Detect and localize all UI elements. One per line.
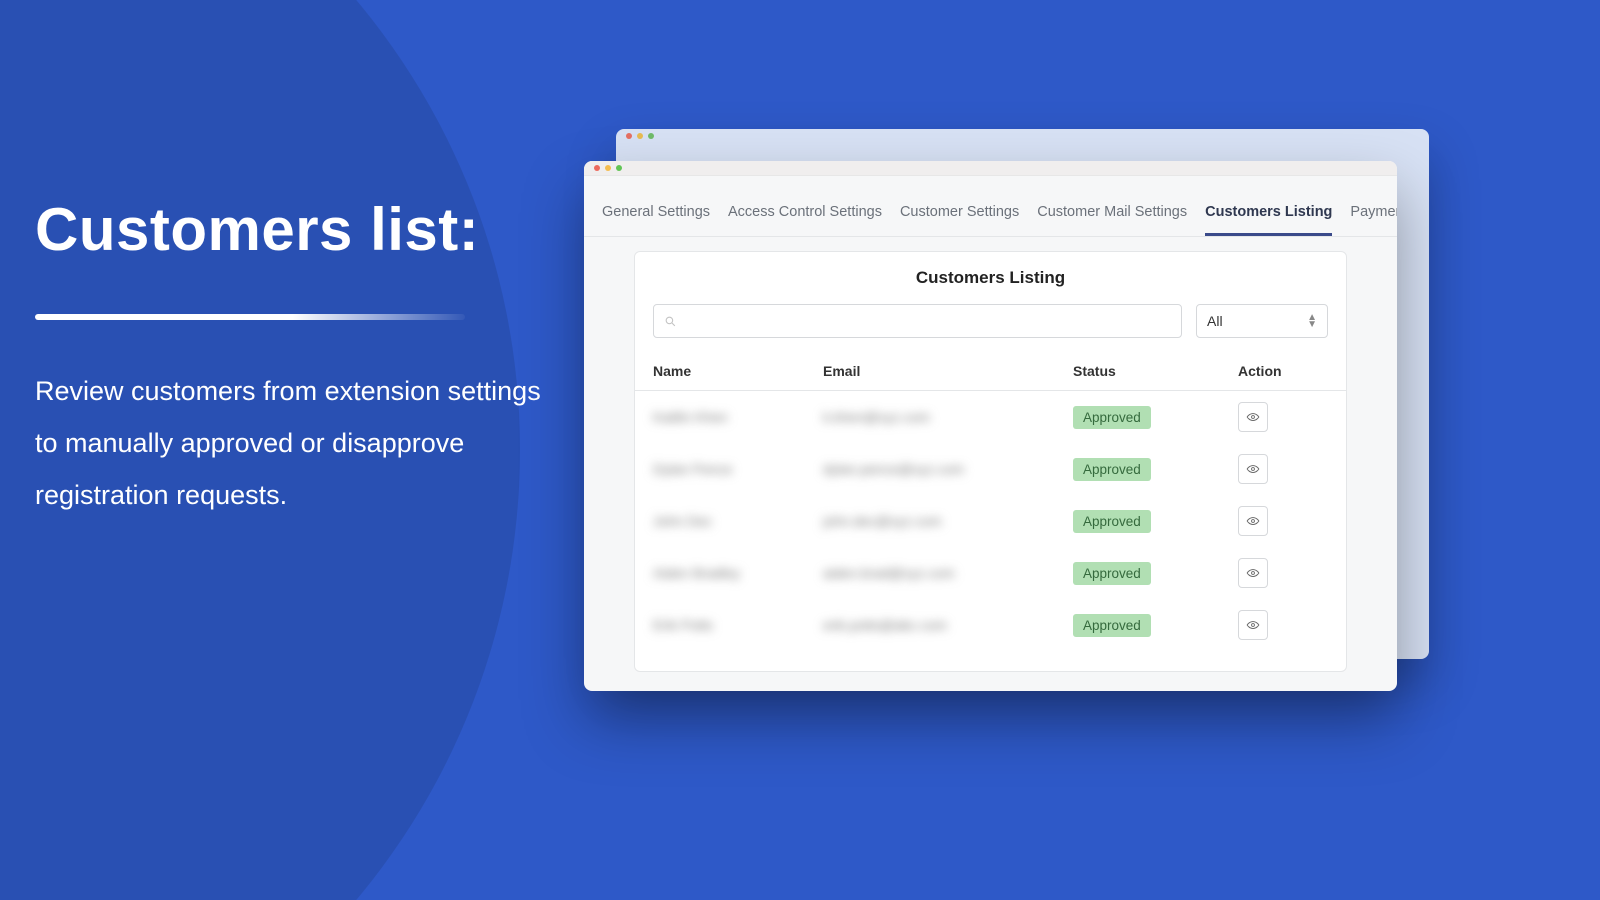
select-caret-icon: ▲▼: [1307, 314, 1317, 328]
search-icon: [664, 315, 677, 328]
eye-icon: [1246, 514, 1260, 528]
settings-window: General Settings Access Control Settings…: [584, 161, 1397, 691]
view-button[interactable]: [1238, 402, 1268, 432]
eye-icon: [1246, 566, 1260, 580]
page-title: Customers list:: [35, 195, 555, 264]
card-title: Customers Listing: [635, 268, 1346, 288]
status-badge: Approved: [1073, 614, 1151, 637]
tab-payment-settings[interactable]: Payment Settings: [1350, 204, 1397, 236]
status-badge: Approved: [1073, 510, 1151, 533]
traffic-light-close-icon[interactable]: [594, 165, 600, 171]
search-input[interactable]: [653, 304, 1182, 338]
eye-icon: [1246, 462, 1260, 476]
eye-icon: [1246, 410, 1260, 424]
cell-name: Aiden Bradley: [653, 565, 740, 581]
status-badge: Approved: [1073, 562, 1151, 585]
table-row: Aiden Bradley aiden.brad@xyz.com Approved: [635, 547, 1346, 599]
settings-tabs: General Settings Access Control Settings…: [584, 176, 1397, 237]
cell-name: Dylan Pence: [653, 461, 732, 477]
page-subtitle: Review customers from extension settings…: [35, 365, 555, 521]
table-row: Erik Potts erik.potts@abc.com Approved: [635, 599, 1346, 651]
traffic-light-max-icon: [648, 133, 654, 139]
cell-email: erik.potts@abc.com: [823, 617, 947, 633]
view-button[interactable]: [1238, 558, 1268, 588]
window-chrome: [584, 161, 1397, 176]
traffic-light-max-icon[interactable]: [616, 165, 622, 171]
view-button[interactable]: [1238, 506, 1268, 536]
status-filter-value: All: [1207, 313, 1223, 329]
divider: [35, 314, 465, 320]
col-email: Email: [823, 363, 1073, 379]
status-filter-select[interactable]: All ▲▼: [1196, 304, 1328, 338]
marketing-copy: Customers list: Review customers from ex…: [35, 195, 555, 521]
col-action: Action: [1238, 363, 1328, 379]
view-button[interactable]: [1238, 454, 1268, 484]
status-badge: Approved: [1073, 458, 1151, 481]
cell-email: aiden.brad@xyz.com: [823, 565, 955, 581]
tab-customer-settings[interactable]: Customer Settings: [900, 204, 1019, 236]
cell-name: Kaitlin Khen: [653, 409, 728, 425]
cell-name: Erik Potts: [653, 617, 713, 633]
col-status: Status: [1073, 363, 1238, 379]
tab-customer-mail-settings[interactable]: Customer Mail Settings: [1037, 204, 1187, 236]
cell-name: John Dec: [653, 513, 712, 529]
cell-email: john.dec@xyz.com: [823, 513, 941, 529]
tab-general-settings[interactable]: General Settings: [602, 204, 710, 236]
eye-icon: [1246, 618, 1260, 632]
view-button[interactable]: [1238, 610, 1268, 640]
cell-email: k.khen@xyz.com: [823, 409, 930, 425]
traffic-light-min-icon[interactable]: [605, 165, 611, 171]
traffic-light-min-icon: [637, 133, 643, 139]
table-row: John Dec john.dec@xyz.com Approved: [635, 495, 1346, 547]
card-toolbar: All ▲▼: [635, 304, 1346, 352]
table-row: Dylan Pence dylan.pence@xyz.com Approved: [635, 443, 1346, 495]
table-row: Kaitlin Khen k.khen@xyz.com Approved: [635, 391, 1346, 443]
traffic-light-close-icon: [626, 133, 632, 139]
window-chrome: [616, 129, 1429, 142]
customers-listing-card: Customers Listing All ▲▼ Name Email Stat…: [634, 251, 1347, 672]
col-name: Name: [653, 363, 823, 379]
tab-customers-listing[interactable]: Customers Listing: [1205, 204, 1332, 236]
status-badge: Approved: [1073, 406, 1151, 429]
tab-access-control-settings[interactable]: Access Control Settings: [728, 204, 882, 236]
table-header: Name Email Status Action: [635, 352, 1346, 391]
cell-email: dylan.pence@xyz.com: [823, 461, 964, 477]
